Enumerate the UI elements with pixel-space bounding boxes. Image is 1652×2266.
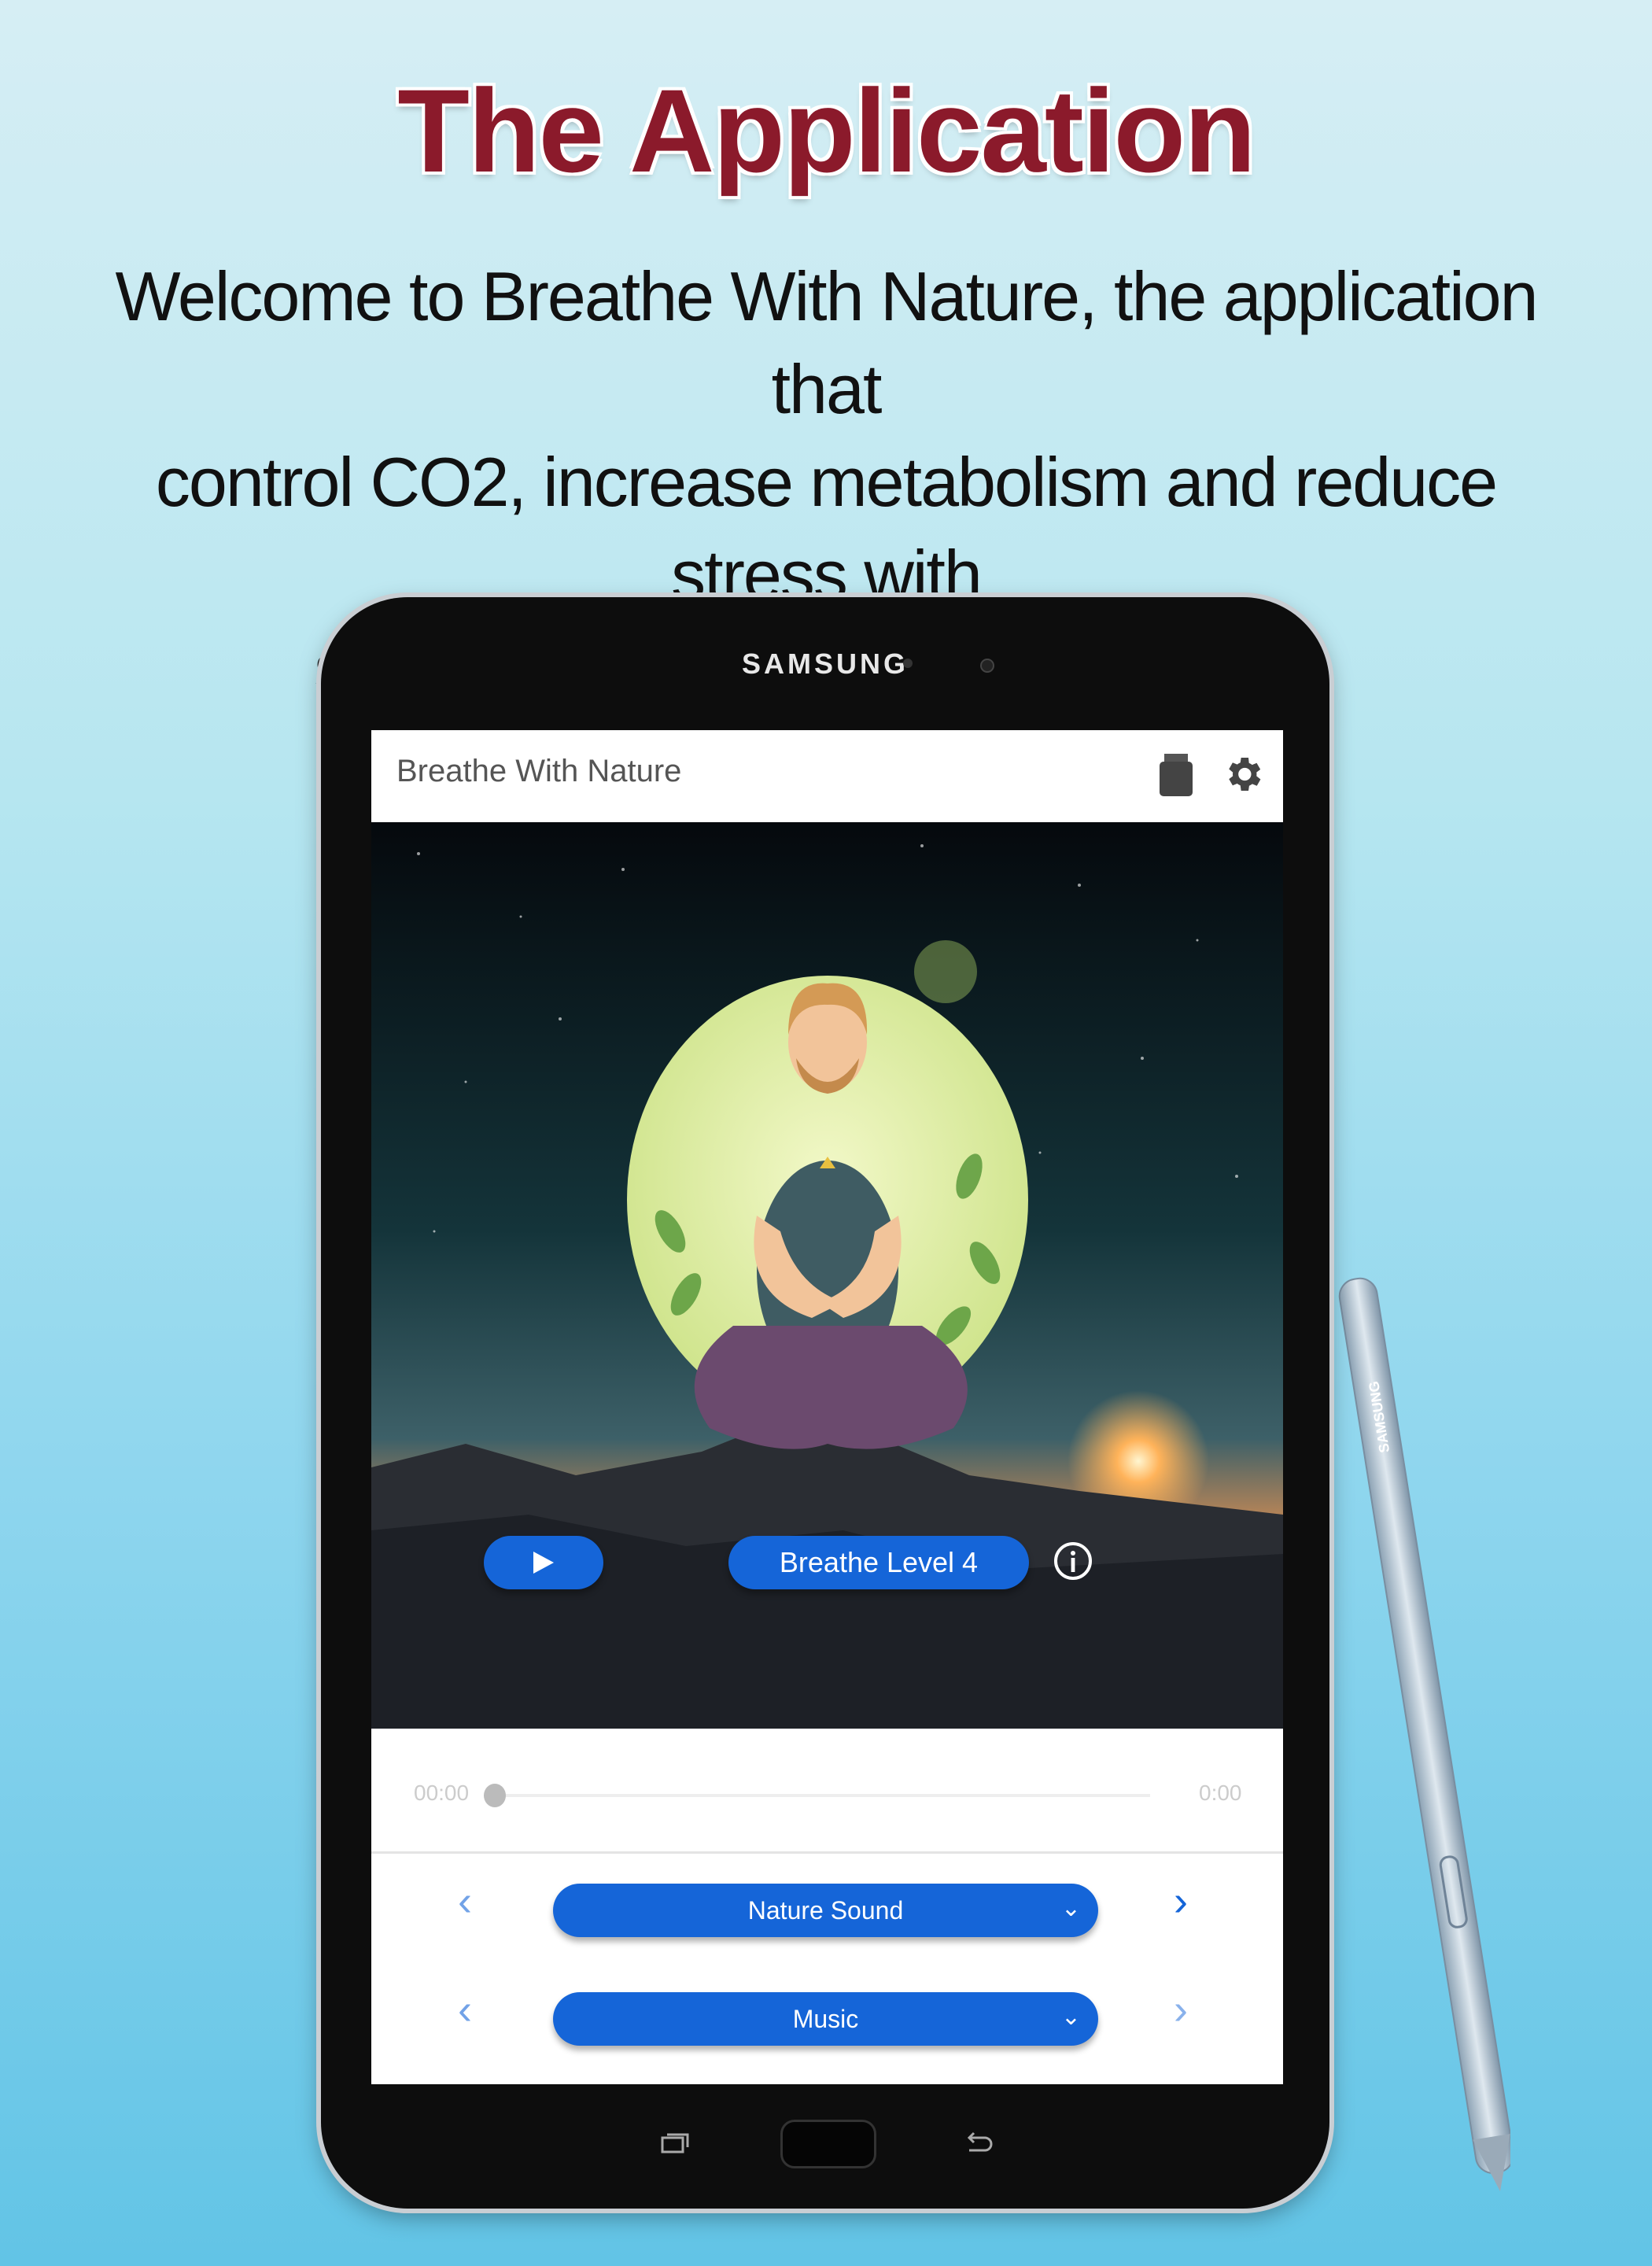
divider <box>371 1851 1283 1854</box>
app-bar: Breathe With Nature <box>371 730 1283 825</box>
play-icon <box>533 1552 554 1574</box>
camera-icon <box>903 659 913 668</box>
home-button[interactable] <box>780 2120 876 2168</box>
meditation-scene-image <box>371 822 1283 1729</box>
page-title: The Application <box>397 65 1256 197</box>
dropdown-label: Music <box>792 2004 859 2033</box>
device-brand: SAMSUNG <box>741 648 909 680</box>
intro-line: control CO2, increase metabolism and red… <box>155 443 1498 614</box>
sensor-icon <box>980 659 994 673</box>
chevron-down-icon: ⌄ <box>1060 1895 1081 1921</box>
prev-music-button[interactable]: ‹ <box>458 1985 472 2034</box>
play-button[interactable] <box>484 1536 603 1589</box>
chevron-down-icon: ⌄ <box>1060 2004 1081 2030</box>
jar-icon[interactable] <box>1158 754 1194 798</box>
next-nature-sound-button[interactable]: › <box>1174 1877 1188 1925</box>
seek-track[interactable] <box>497 1794 1150 1797</box>
gear-icon[interactable] <box>1221 751 1265 798</box>
intro-line: Welcome to Breathe With Nature, the appl… <box>115 257 1538 428</box>
app-screen: Breathe With Nature Breathe Level 4 00:0… <box>371 730 1283 2084</box>
music-dropdown[interactable]: Music ⌄ <box>553 1992 1098 2046</box>
seek-thumb[interactable] <box>484 1784 506 1807</box>
app-title: Breathe With Nature <box>396 754 682 788</box>
stylus-pen: SAMSUNG <box>1338 1277 1510 2191</box>
info-icon[interactable] <box>1053 1539 1093 1583</box>
current-time: 00:00 <box>414 1781 470 1805</box>
next-music-button[interactable]: › <box>1174 1985 1188 2034</box>
total-time: 0:00 <box>1199 1781 1242 1805</box>
dropdown-label: Nature Sound <box>747 1895 904 1925</box>
breathe-level-button[interactable]: Breathe Level 4 <box>728 1536 1029 1589</box>
back-icon[interactable] <box>963 2131 994 2155</box>
audio-player-panel: 00:00 0:00 ‹ Nature Sound ⌄ › ‹ Music ⌄ … <box>371 1729 1283 2084</box>
tablet-device: SAMSUNG Breathe With Nature Breathe Leve… <box>321 597 1329 2209</box>
prev-nature-sound-button[interactable]: ‹ <box>458 1877 472 1925</box>
recent-apps-icon[interactable] <box>659 2131 691 2155</box>
nature-sound-dropdown[interactable]: Nature Sound ⌄ <box>553 1884 1098 1937</box>
